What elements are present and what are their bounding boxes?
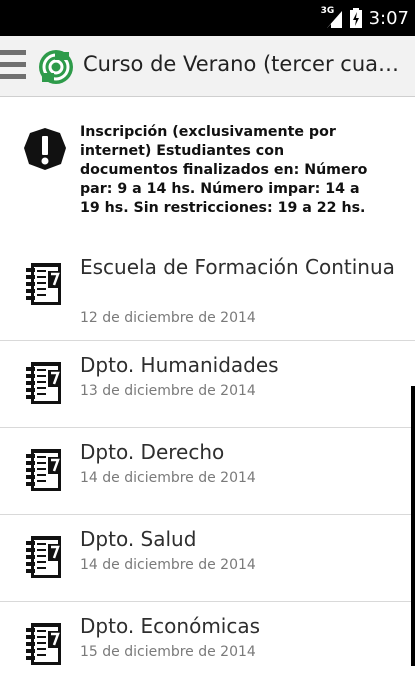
action-bar: Curso de Verano (tercer cuatrimestre) (0, 36, 415, 97)
page-title: Curso de Verano (tercer cuatrimestre) (83, 52, 403, 76)
event-date: 15 de diciembre de 2014 (80, 644, 256, 660)
event-title: Dpto. Humanidades (80, 353, 279, 377)
event-title: Escuela de Formación Continua (80, 255, 395, 279)
event-list: Escuela de Formación Continua 12 de dici… (0, 245, 415, 689)
event-date: 12 de diciembre de 2014 (80, 310, 256, 326)
calendar-icon (24, 262, 66, 306)
list-item[interactable]: Dpto. Salud 14 de diciembre de 2014 (0, 515, 415, 602)
event-title: Dpto. Salud (80, 527, 197, 551)
list-item[interactable]: Dpto. Humanidades 13 de diciembre de 201… (0, 341, 415, 428)
event-title: Dpto. Derecho (80, 440, 225, 464)
app-logo-icon[interactable] (38, 49, 74, 85)
screen-edge (411, 386, 415, 666)
notice-card: Inscripción (exclusivamente por internet… (0, 97, 415, 245)
event-date: 13 de diciembre de 2014 (80, 383, 256, 399)
calendar-icon (24, 448, 66, 492)
calendar-icon (24, 622, 66, 666)
signal-3g-icon: 3G (320, 6, 343, 29)
status-bar: 3G 3:07 (0, 0, 415, 36)
event-date: 14 de diciembre de 2014 (80, 557, 256, 573)
calendar-icon (24, 361, 66, 405)
event-date: 14 de diciembre de 2014 (80, 470, 256, 486)
list-item[interactable]: Dpto. Económicas 15 de diciembre de 2014 (0, 602, 415, 689)
drawer-menu-icon[interactable] (0, 50, 26, 84)
list-item[interactable]: Dpto. Derecho 14 de diciembre de 2014 (0, 428, 415, 515)
battery-icon (349, 7, 363, 29)
notice-text: Inscripción (exclusivamente por internet… (80, 124, 368, 216)
event-title: Dpto. Económicas (80, 614, 261, 638)
calendar-icon (24, 535, 66, 579)
network-label: 3G (320, 6, 335, 16)
list-item[interactable]: Escuela de Formación Continua 12 de dici… (0, 245, 415, 341)
exclamation-icon (23, 127, 67, 171)
status-icons: 3G 3:07 (321, 0, 409, 36)
clock: 3:07 (368, 7, 409, 29)
